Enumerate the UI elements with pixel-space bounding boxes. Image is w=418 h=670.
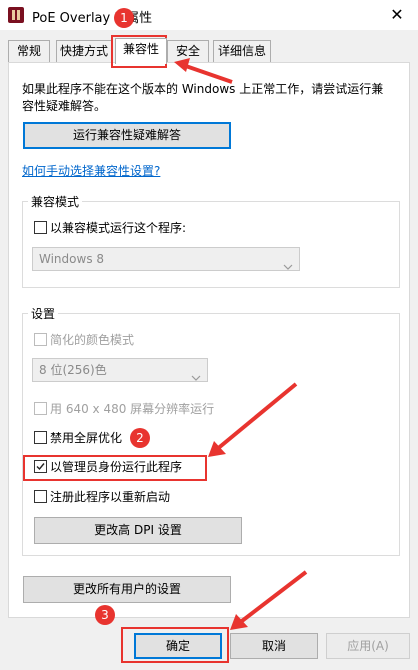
tab-shortcut[interactable]: 快捷方式	[56, 40, 112, 62]
apply-button[interactable]: 应用(A)	[326, 633, 410, 659]
color-depth-value: 8 位(256)色	[39, 363, 107, 377]
annotation-highlight-admin	[23, 455, 207, 481]
disable-fullscreen-label: 禁用全屏优化	[50, 431, 123, 445]
manual-settings-link[interactable]: 如何手动选择兼容性设置?	[22, 162, 160, 179]
tab-general-label: 常规	[16, 44, 41, 58]
register-restart-label: 注册此程序以重新启动	[50, 490, 171, 504]
annotation-badge-3: 3	[95, 605, 115, 625]
compat-os-select[interactable]: Windows 8	[32, 247, 300, 271]
annotation-badge-2: 2	[130, 428, 150, 448]
close-icon[interactable]: ✕	[382, 4, 412, 26]
settings-title: 设置	[28, 305, 59, 322]
disable-fullscreen-checkbox[interactable]	[34, 431, 47, 444]
cancel-button[interactable]: 取消	[230, 633, 318, 659]
reduced-color-checkbox[interactable]	[34, 333, 47, 346]
run-troubleshooter-label: 运行兼容性疑难解答	[72, 128, 181, 142]
tab-security[interactable]: 安全	[167, 40, 209, 62]
apply-label: 应用(A)	[347, 639, 389, 653]
change-all-users-label: 更改所有用户的设置	[72, 582, 181, 596]
reduced-color-label: 简化的颜色模式	[50, 333, 135, 347]
intro-text-line1: 如果此程序不能在这个版本的 Windows 上正常工作，请尝试运行兼	[22, 82, 384, 96]
tab-shortcut-label: 快捷方式	[59, 44, 108, 58]
compat-mode-checkbox[interactable]	[34, 221, 47, 234]
res-640-label: 用 640 x 480 屏幕分辨率运行	[50, 402, 215, 416]
annotation-highlight-ok	[121, 627, 229, 663]
window-title: PoE Overlay II 属性	[32, 11, 153, 26]
compat-mode-group	[22, 201, 400, 288]
chevron-down-icon	[283, 255, 293, 277]
tab-compatibility[interactable]: 兼容性	[115, 38, 167, 64]
compat-mode-label: 以兼容模式运行这个程序:	[50, 221, 187, 235]
app-icon	[8, 7, 24, 23]
compat-os-value: Windows 8	[39, 252, 105, 266]
annotation-badge-1: 1	[114, 8, 134, 28]
intro-text-line2: 容性疑难解答。	[22, 99, 107, 113]
color-depth-select[interactable]: 8 位(256)色	[32, 358, 208, 382]
title-bar: PoE Overlay II 属性 ✕	[0, 0, 418, 30]
register-restart-checkbox[interactable]	[34, 490, 47, 503]
tab-general[interactable]: 常规	[8, 40, 50, 62]
change-dpi-button[interactable]: 更改高 DPI 设置	[34, 517, 242, 544]
res-640-checkbox[interactable]	[34, 402, 47, 415]
change-dpi-label: 更改高 DPI 设置	[94, 523, 182, 537]
compat-mode-title: 兼容模式	[28, 193, 83, 210]
tab-compatibility-label: 兼容性	[122, 42, 159, 56]
cancel-label: 取消	[261, 639, 286, 653]
run-troubleshooter-button[interactable]: 运行兼容性疑难解答	[23, 122, 231, 149]
chevron-down-icon	[191, 366, 201, 388]
tab-details-label: 详细信息	[217, 44, 266, 58]
tab-security-label: 安全	[175, 44, 200, 58]
tab-details[interactable]: 详细信息	[213, 40, 271, 62]
change-all-users-button[interactable]: 更改所有用户的设置	[23, 576, 231, 603]
